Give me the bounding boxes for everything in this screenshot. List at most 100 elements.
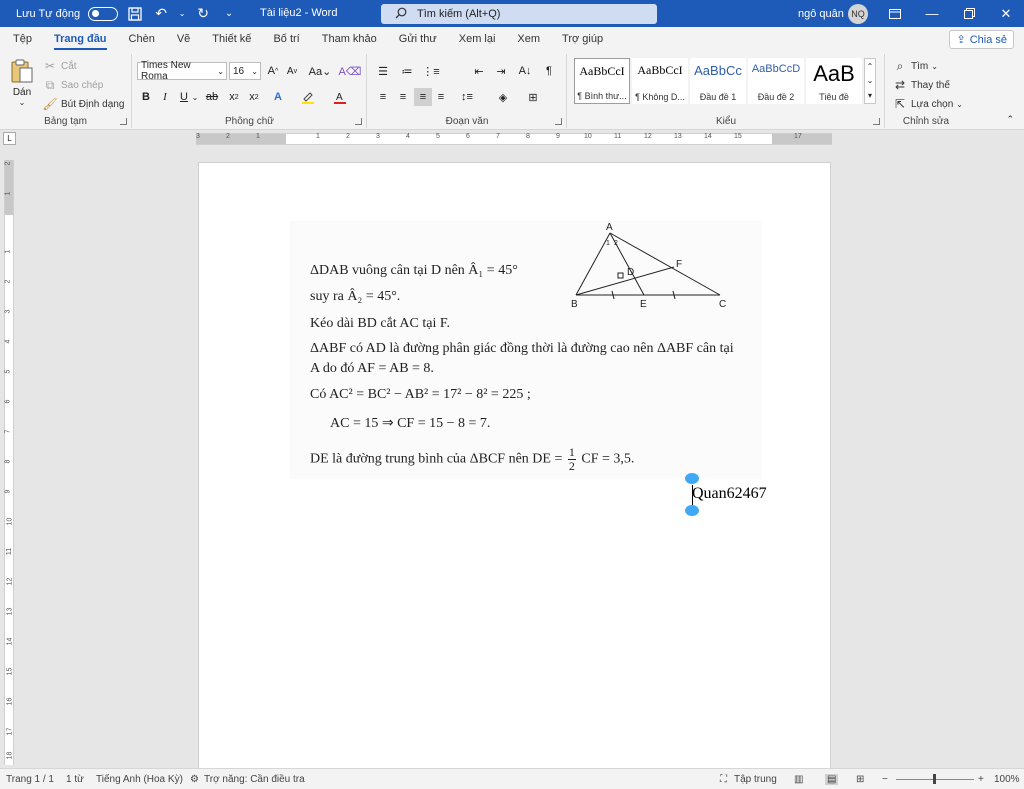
font-color-icon[interactable]: A [331,88,349,106]
word-count[interactable]: 1 từ [66,774,84,785]
highlight-icon[interactable] [299,88,317,106]
cut-button[interactable]: ✂ Cắt [42,58,77,74]
italic-icon[interactable]: I [156,88,174,106]
close-icon[interactable]: ✕ [988,0,1024,27]
styles-scroll[interactable]: ⌃ ⌄ ▾ [864,58,876,104]
borders-icon[interactable]: ⊞ [524,88,542,106]
ruler-number: 17 [794,133,802,140]
format-painter-button[interactable]: 🖌 Bút Định dạng [42,96,124,112]
search-box[interactable]: Tìm kiếm (Alt+Q) [381,4,657,24]
more-icon[interactable]: ▾ [868,91,872,100]
tab-references[interactable]: Tham khảo [322,27,377,52]
save-icon[interactable] [126,5,144,23]
paragraph-launcher-icon[interactable] [555,118,562,125]
tab-insert[interactable]: Chèn [129,27,155,52]
selection-handle-top[interactable] [685,473,699,484]
tab-file[interactable]: Tệp [13,27,32,52]
restore-icon[interactable] [951,0,987,27]
paste-button[interactable]: Dán ⌄ [8,58,36,107]
minimize-icon[interactable]: — [914,0,950,27]
focus-label[interactable]: Tập trung [734,774,777,785]
select-button[interactable]: ⇱ Lựa chọn ⌄ [892,96,963,112]
language[interactable]: Tiếng Anh (Hoa Kỳ) [96,774,183,785]
style-title[interactable]: AaB Tiêu đề [806,58,862,104]
increase-indent-icon[interactable]: ⇥ [492,62,510,80]
chevron-down-icon: ⌄ [956,99,963,109]
accessibility-status[interactable]: Trợ năng: Cần điều tra [204,774,305,785]
tab-layout[interactable]: Bố trí [273,27,299,52]
tab-view[interactable]: Xem [517,27,540,52]
subscript-icon[interactable]: x2 [225,88,243,106]
zoom-level[interactable]: 100% [994,774,1020,785]
clear-formatting-icon[interactable]: A⌫ [339,62,362,80]
superscript-icon[interactable]: x2 [245,88,263,106]
justify-icon[interactable]: ≡ [432,88,450,106]
web-layout-icon[interactable]: ⊞ [856,774,864,785]
numbering-icon[interactable]: ≔ [398,62,416,80]
bullets-icon[interactable]: ☰ [374,62,392,80]
tab-draw[interactable]: Vẽ [177,27,190,52]
math-image[interactable]: ΔDAB vuông cân tại D nên Â₁ = 45° suy ra… [290,221,762,479]
underline-dropdown-icon[interactable]: ⌄ [190,88,200,106]
align-left-icon[interactable]: ≡ [374,88,392,106]
show-marks-icon[interactable]: ¶ [540,62,558,80]
redo-icon[interactable]: ↻ [194,5,212,23]
clipboard-launcher-icon[interactable] [120,118,127,125]
zoom-slider-thumb[interactable] [933,774,936,784]
horizontal-ruler[interactable]: 3 2 1 1 2 3 4 5 6 7 8 9 10 11 12 13 14 1… [196,133,832,145]
undo-icon[interactable]: ↶ [152,5,170,23]
customize-toolbar-icon[interactable]: ⌄ [220,5,238,23]
replace-button[interactable]: ⇄ Thay thế [892,77,950,93]
decrease-indent-icon[interactable]: ⇤ [470,62,488,80]
bold-icon[interactable]: B [137,88,155,106]
font-name-combo[interactable]: Times New Roma ⌄ [137,60,227,82]
user-name[interactable]: ngô quân [798,8,844,20]
style-heading-1[interactable]: AaBbCc Đầu đề 1 [690,58,746,104]
zoom-out-icon[interactable]: − [882,774,888,785]
find-button[interactable]: ⌕ Tìm ⌄ [892,58,938,74]
text-effects-icon[interactable]: A [269,88,287,106]
shading-icon[interactable]: ◈ [494,88,512,106]
sort-icon[interactable]: A↓ [516,62,534,80]
document-page[interactable]: ΔDAB vuông cân tại D nên Â₁ = 45° suy ra… [198,162,831,782]
align-justify-left-icon[interactable]: ≡ [414,88,432,106]
tab-selector-icon[interactable]: L [3,132,16,145]
page-count[interactable]: Trang 1 / 1 [6,774,54,785]
font-launcher-icon[interactable] [355,118,362,125]
clipboard-group-label: Bảng tạm [44,116,87,127]
style-normal[interactable]: AaBbCcI ¶ Bình thư... [574,58,630,104]
shrink-font-icon[interactable]: Av [283,62,301,80]
align-center-icon[interactable]: ≡ [394,88,412,106]
chevron-up-icon[interactable]: ⌃ [867,62,874,71]
tab-mailings[interactable]: Gửi thư [399,27,437,52]
ruler-number: 11 [614,133,622,140]
zoom-in-icon[interactable]: + [978,774,984,785]
styles-launcher-icon[interactable] [873,118,880,125]
select-label: Lựa chọn [911,98,954,110]
autosave-toggle[interactable] [88,6,119,21]
tab-review[interactable]: Xem lại [459,27,496,52]
copy-button[interactable]: ⧉ Sao chép [42,77,104,93]
style-heading-2[interactable]: AaBbCcD Đầu đề 2 [748,58,804,104]
print-layout-icon[interactable]: ▤ [825,774,839,785]
change-case-icon[interactable]: Aa⌄ [307,62,333,80]
read-mode-icon[interactable]: ▥ [794,774,803,785]
style-no-spacing[interactable]: AaBbCcI ¶ Không D... [632,58,688,104]
undo-dropdown-icon[interactable]: ⌄ [178,5,186,23]
line-spacing-icon[interactable]: ↕≡ [458,88,476,106]
ribbon-display-icon[interactable] [877,0,913,27]
collapse-ribbon-icon[interactable]: ⌃ [1006,114,1014,125]
tab-design[interactable]: Thiết kế [212,27,251,52]
vertical-ruler[interactable]: 2 1 1 2 3 4 5 6 7 8 9 10 11 12 13 14 15 … [4,160,14,765]
chevron-down-icon[interactable]: ⌄ [867,76,874,85]
tab-home[interactable]: Trang đầu [53,27,107,52]
typed-text[interactable]: Quan62467 [692,485,767,503]
avatar[interactable]: NQ [848,4,868,24]
grow-font-icon[interactable]: A ^ [264,62,282,80]
selection-handle-bottom[interactable] [685,505,699,516]
tab-help[interactable]: Trợ giúp [562,27,603,52]
font-size-combo[interactable]: 16 ⌄ [229,62,261,80]
share-button[interactable]: ⇪ Chia sẻ [949,30,1014,49]
multilevel-list-icon[interactable]: ⋮≡ [422,62,440,80]
strikethrough-icon[interactable]: ab [203,88,221,106]
